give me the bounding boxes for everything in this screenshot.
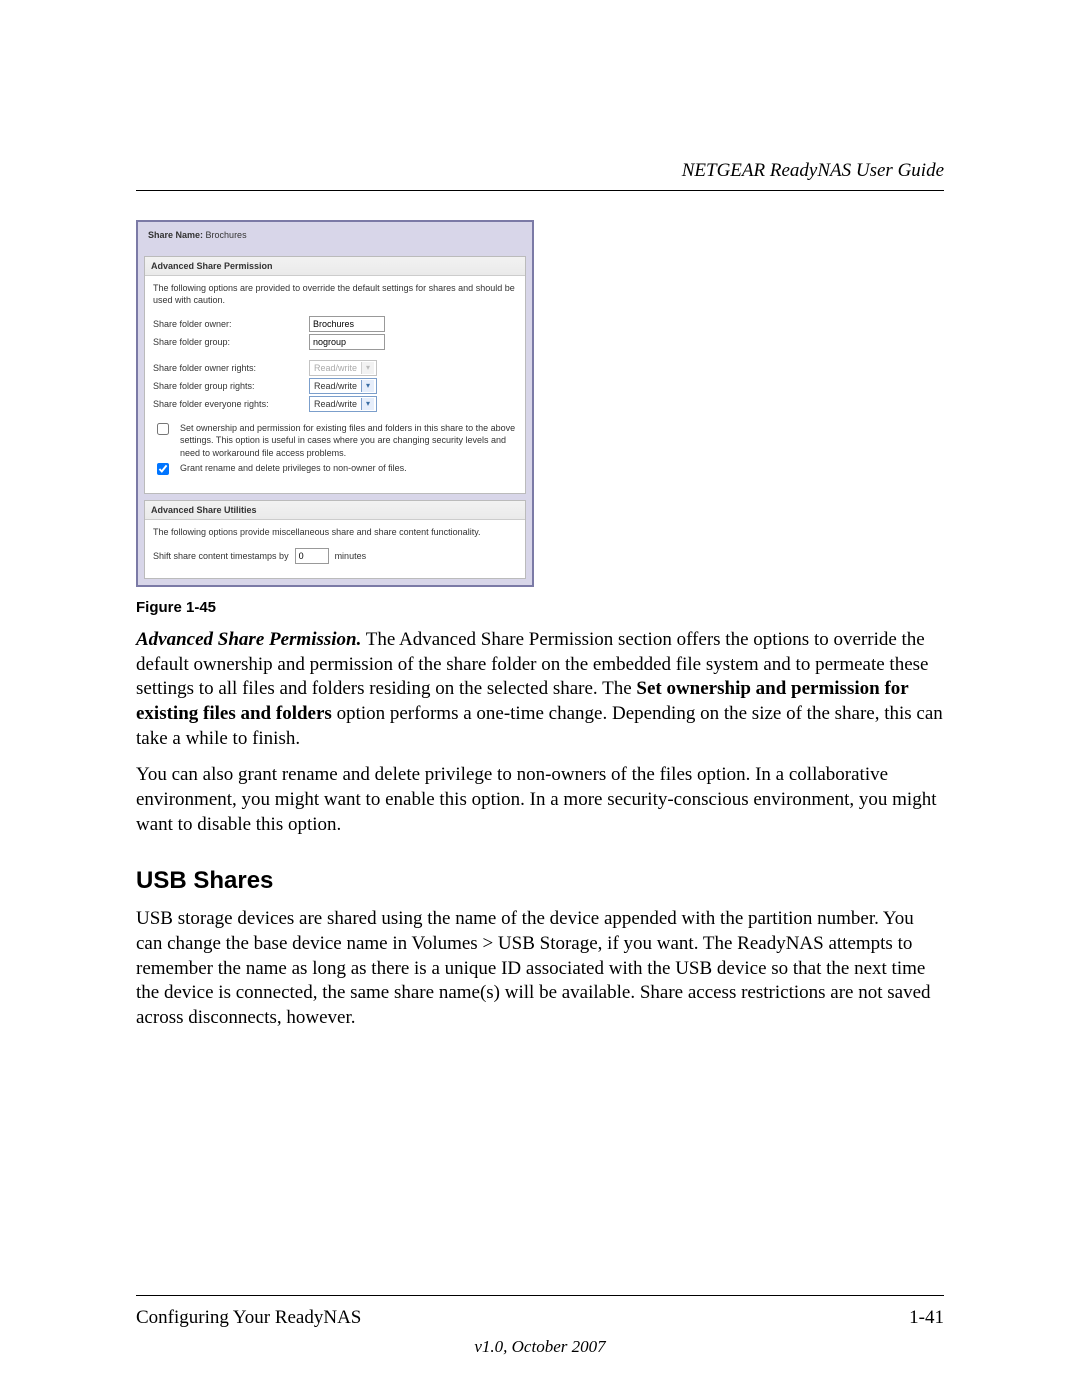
footer-line: Configuring Your ReadyNAS 1-41 — [136, 1307, 944, 1329]
embedded-screenshot: Share Name: Brochures Advanced Share Per… — [136, 220, 534, 587]
checkbox-label-set-ownership: Set ownership and permission for existin… — [180, 422, 517, 458]
paragraph-grant-rename: You can also grant rename and delete pri… — [136, 763, 944, 837]
label-everyone-rights: Share folder everyone rights: — [153, 398, 303, 410]
panel-body-utilities: The following options provide miscellane… — [145, 520, 525, 572]
label-owner-rights: Share folder owner rights: — [153, 362, 303, 374]
select-everyone-rights[interactable]: Read/write ▾ — [309, 396, 377, 412]
input-group[interactable] — [309, 334, 385, 350]
panel-intro-utilities: The following options provide miscellane… — [153, 526, 517, 538]
label-group-rights: Share folder group rights: — [153, 380, 303, 392]
paragraph-lead: Advanced Share Permission. — [136, 629, 361, 650]
select-group-rights-value: Read/write — [314, 380, 357, 392]
checkbox-grant-rename[interactable] — [157, 463, 169, 475]
select-everyone-rights-value: Read/write — [314, 398, 357, 410]
chevron-down-icon: ▾ — [361, 362, 374, 374]
panel-advanced-share-utilities: Advanced Share Utilities The following o… — [144, 500, 526, 579]
row-owner: Share folder owner: — [153, 316, 517, 332]
checkbox-row-set-ownership: Set ownership and permission for existin… — [153, 422, 517, 458]
panel-header-utilities: Advanced Share Utilities — [145, 501, 525, 520]
select-group-rights[interactable]: Read/write ▾ — [309, 378, 377, 394]
chevron-down-icon: ▾ — [361, 398, 374, 410]
checkbox-row-grant-rename: Grant rename and delete privileges to no… — [153, 462, 517, 478]
paragraph-advanced-permission: Advanced Share Permission. The Advanced … — [136, 628, 944, 751]
paragraph-usb-shares: USB storage devices are shared using the… — [136, 907, 944, 1030]
row-shift-timestamps: Shift share content timestamps by minute… — [153, 548, 517, 564]
share-name-value: Brochures — [206, 230, 247, 240]
figure-caption: Figure 1-45 — [136, 599, 944, 616]
panel-body-permission: The following options are provided to ov… — [145, 276, 525, 487]
label-owner: Share folder owner: — [153, 318, 303, 330]
footer-version: v1.0, October 2007 — [0, 1337, 1080, 1357]
panel-intro-permission: The following options are provided to ov… — [153, 282, 517, 306]
input-owner[interactable] — [309, 316, 385, 332]
footer-rule — [136, 1295, 944, 1296]
page-content: Share Name: Brochures Advanced Share Per… — [136, 220, 944, 1031]
panel-header-permission: Advanced Share Permission — [145, 257, 525, 276]
row-everyone-rights: Share folder everyone rights: Read/write… — [153, 396, 517, 412]
row-group: Share folder group: — [153, 334, 517, 350]
input-shift-minutes[interactable] — [295, 548, 329, 564]
section-heading-usb-shares: USB Shares — [136, 867, 944, 895]
label-shift-post: minutes — [335, 550, 367, 562]
share-name-bar: Share Name: Brochures — [138, 222, 532, 256]
footer-section: Configuring Your ReadyNAS — [136, 1307, 361, 1329]
checkbox-label-grant-rename: Grant rename and delete privileges to no… — [180, 462, 407, 474]
row-group-rights: Share folder group rights: Read/write ▾ — [153, 378, 517, 394]
checkbox-set-ownership[interactable] — [157, 423, 169, 435]
select-owner-rights[interactable]: Read/write ▾ — [309, 360, 377, 376]
header-rule — [136, 190, 944, 191]
row-owner-rights: Share folder owner rights: Read/write ▾ — [153, 360, 517, 376]
label-shift-pre: Shift share content timestamps by — [153, 550, 289, 562]
share-name-label: Share Name: — [148, 230, 203, 240]
footer-page-number: 1-41 — [909, 1307, 944, 1329]
panel-advanced-share-permission: Advanced Share Permission The following … — [144, 256, 526, 494]
document-page: NETGEAR ReadyNAS User Guide Share Name: … — [0, 0, 1080, 1397]
select-owner-rights-value: Read/write — [314, 362, 357, 374]
chevron-down-icon: ▾ — [361, 380, 374, 392]
page-header-title: NETGEAR ReadyNAS User Guide — [682, 160, 944, 182]
label-group: Share folder group: — [153, 336, 303, 348]
